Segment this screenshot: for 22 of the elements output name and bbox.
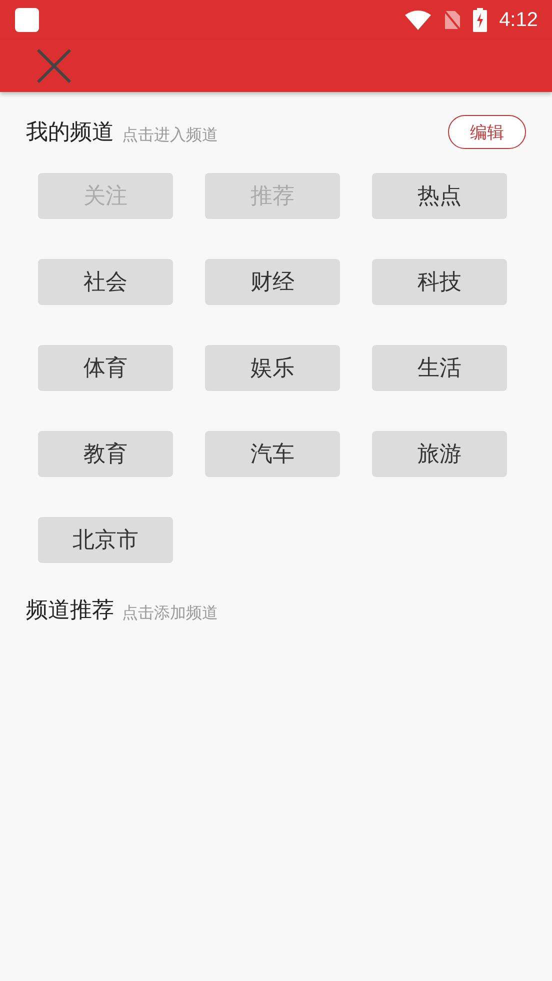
channel-chip[interactable]: 科技: [372, 259, 507, 305]
channel-chip[interactable]: 生活: [372, 345, 507, 391]
section-hint: 点击添加频道: [122, 602, 218, 624]
edit-button[interactable]: 编辑: [448, 115, 526, 149]
status-time: 4:12: [499, 8, 538, 32]
channel-chip[interactable]: 教育: [38, 431, 173, 477]
channel-chip[interactable]: 娱乐: [205, 345, 340, 391]
channel-chip[interactable]: 体育: [38, 345, 173, 391]
wifi-icon: [405, 10, 432, 30]
channel-chip[interactable]: 热点: [372, 173, 507, 219]
channel-chip[interactable]: 社会: [38, 259, 173, 305]
section-title: 我的频道: [26, 119, 114, 147]
close-icon[interactable]: [36, 48, 72, 84]
section-title: 频道推荐: [26, 597, 114, 625]
channel-chip[interactable]: 旅游: [372, 431, 507, 477]
battery-icon: [473, 8, 488, 32]
app-icon: [14, 7, 40, 33]
section-hint: 点击进入频道: [122, 124, 218, 146]
channel-chip[interactable]: 汽车: [205, 431, 340, 477]
no-sim-icon: [443, 9, 462, 31]
channel-chip[interactable]: 财经: [205, 259, 340, 305]
channel-chip[interactable]: 北京市: [38, 517, 173, 563]
